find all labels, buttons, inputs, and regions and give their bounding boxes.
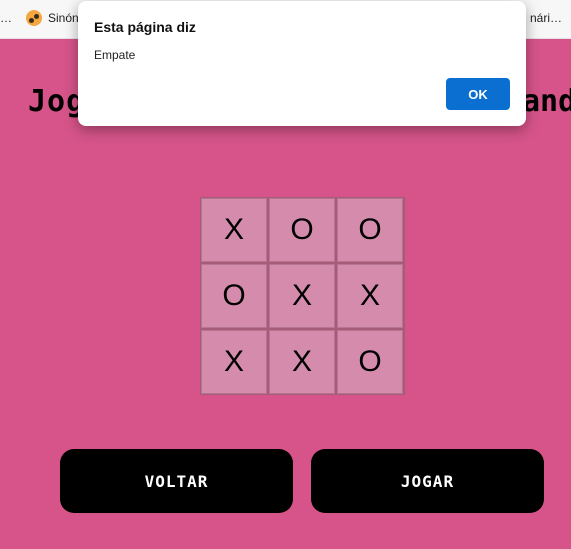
board-cell-0-2[interactable]: O <box>337 198 403 262</box>
board-cell-1-2[interactable]: X <box>337 264 403 328</box>
page-title: Jog <box>28 84 86 119</box>
board-cell-0-0[interactable]: X <box>201 198 267 262</box>
dialog-message: Empate <box>94 48 136 62</box>
board-cell-1-0[interactable]: O <box>201 264 267 328</box>
board-cell-2-0[interactable]: X <box>201 330 267 394</box>
bookmark-overflow-left[interactable]: … <box>0 11 12 25</box>
dialog-title: Esta página diz <box>94 19 196 35</box>
bookmark-favicon-icon <box>26 10 42 26</box>
ok-button[interactable]: OK <box>446 78 510 110</box>
bookmark-item-sinonimos[interactable]: Sinón <box>26 10 79 26</box>
board-cell-0-1[interactable]: O <box>269 198 335 262</box>
board-cell-1-1[interactable]: X <box>269 264 335 328</box>
tic-tac-toe-board: X O O O X X X X O <box>200 197 405 395</box>
alert-dialog: Esta página diz Empate OK <box>78 1 526 126</box>
board-cell-2-1[interactable]: X <box>269 330 335 394</box>
back-button[interactable]: VOLTAR <box>60 449 293 513</box>
page-title-end: and <box>522 84 571 119</box>
board-cell-2-2[interactable]: O <box>337 330 403 394</box>
bookmark-item-right[interactable]: nári… <box>530 11 562 25</box>
play-button[interactable]: JOGAR <box>311 449 544 513</box>
bookmark-item-label: Sinón <box>48 11 79 25</box>
